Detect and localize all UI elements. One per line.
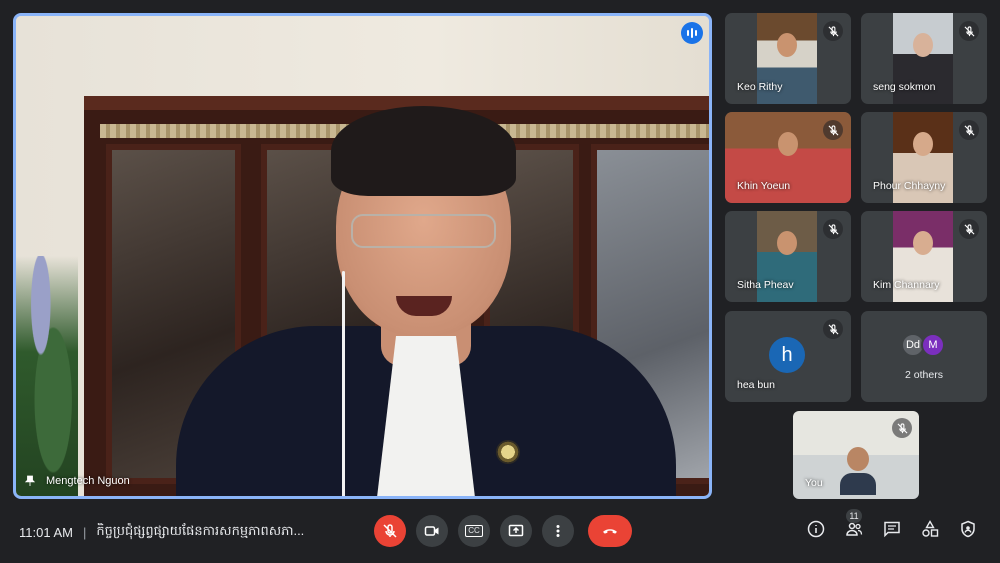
- mic-off-icon: [959, 219, 979, 239]
- participant-name: Phour Chhayny: [873, 180, 946, 192]
- main-speaker-tile[interactable]: Mengtech Nguon: [13, 13, 712, 499]
- participant-tile[interactable]: seng sokmon: [861, 13, 987, 104]
- shield-icon: [961, 520, 975, 538]
- glasses: [351, 214, 496, 248]
- info-icon: [807, 520, 825, 538]
- participant-count-badge: 11: [846, 509, 862, 523]
- phone-hangup-icon: [603, 529, 617, 534]
- more-options-button[interactable]: [542, 515, 574, 547]
- hair: [331, 106, 516, 196]
- avatar: h: [769, 337, 805, 373]
- plant: [16, 256, 78, 496]
- participant-name: Khin Yoeun: [737, 180, 791, 192]
- participant-name: Keo Rithy: [737, 81, 783, 93]
- self-label: You: [805, 477, 823, 489]
- mic-off-icon: [959, 120, 979, 140]
- participant-tile[interactable]: Sitha Pheav: [725, 211, 851, 302]
- participant-name: Sitha Pheav: [737, 279, 794, 291]
- others-tile[interactable]: Dd M 2 others: [861, 311, 987, 402]
- side-panel-buttons: 11: [806, 509, 978, 539]
- participant-name: seng sokmon: [873, 81, 936, 93]
- meeting-title: កិច្ចប្រជុំផ្សព្វផ្សាយផែនការសកម្មភាពសភា.…: [96, 523, 305, 538]
- present-icon: [508, 524, 524, 537]
- participant-tile[interactable]: Phour Chhayny: [861, 112, 987, 203]
- camera-icon: [424, 526, 439, 536]
- present-button[interactable]: [500, 515, 532, 547]
- chat-icon: [884, 521, 900, 538]
- mic-off-icon: [823, 120, 843, 140]
- separator: |: [82, 525, 87, 540]
- more-vert-icon: [556, 525, 560, 537]
- mic-off-icon: [823, 219, 843, 239]
- captions-button[interactable]: CC: [458, 515, 490, 547]
- bottom-bar: 11:01 AM | កិច្ចប្រជុំផ្សព្វផ្សាយផែនការស…: [0, 505, 1000, 563]
- others-avatars: Dd M: [901, 333, 945, 357]
- participant-name: Kim Channary: [873, 279, 940, 291]
- camera-toggle-button[interactable]: [416, 515, 448, 547]
- mic-off-icon: [892, 418, 912, 438]
- self-video: [840, 447, 876, 499]
- mic-off-icon: [823, 319, 843, 339]
- participant-tile[interactable]: h hea bun: [725, 311, 851, 402]
- lapel-pin: [496, 440, 520, 464]
- people-button[interactable]: 11: [844, 509, 864, 539]
- speaker-video: [176, 96, 676, 496]
- others-count-label: 2 others: [905, 369, 943, 381]
- participant-tile[interactable]: Kim Channary: [861, 211, 987, 302]
- participant-tile[interactable]: Khin Yoeun: [725, 112, 851, 203]
- pin-icon[interactable]: [24, 474, 36, 488]
- speaking-indicator-icon: [681, 22, 703, 44]
- host-controls-button[interactable]: [958, 519, 978, 539]
- mic-off-icon: [383, 524, 397, 538]
- info-button[interactable]: [806, 519, 826, 539]
- participant-tile[interactable]: Keo Rithy: [725, 13, 851, 104]
- chat-button[interactable]: [882, 519, 902, 539]
- meeting-time: 11:01 AM: [19, 525, 73, 540]
- end-call-button[interactable]: [588, 515, 632, 547]
- call-controls: CC: [374, 515, 632, 547]
- mic-toggle-button[interactable]: [374, 515, 406, 547]
- main-speaker-name-tag: Mengtech Nguon: [24, 474, 130, 488]
- participant-name: hea bun: [737, 379, 775, 391]
- mic-off-icon: [823, 21, 843, 41]
- captions-icon: CC: [465, 525, 483, 537]
- earphone-cable: [342, 271, 345, 496]
- mic-off-icon: [959, 21, 979, 41]
- activities-icon: [922, 520, 939, 537]
- activities-button[interactable]: [920, 519, 940, 539]
- meeting-info: 11:01 AM | កិច្ចប្រជុំផ្សព្វផ្សាយផែនការស…: [19, 523, 304, 542]
- avatar: M: [921, 333, 945, 357]
- main-speaker-name: Mengtech Nguon: [46, 475, 130, 487]
- self-view-tile[interactable]: You: [793, 411, 919, 499]
